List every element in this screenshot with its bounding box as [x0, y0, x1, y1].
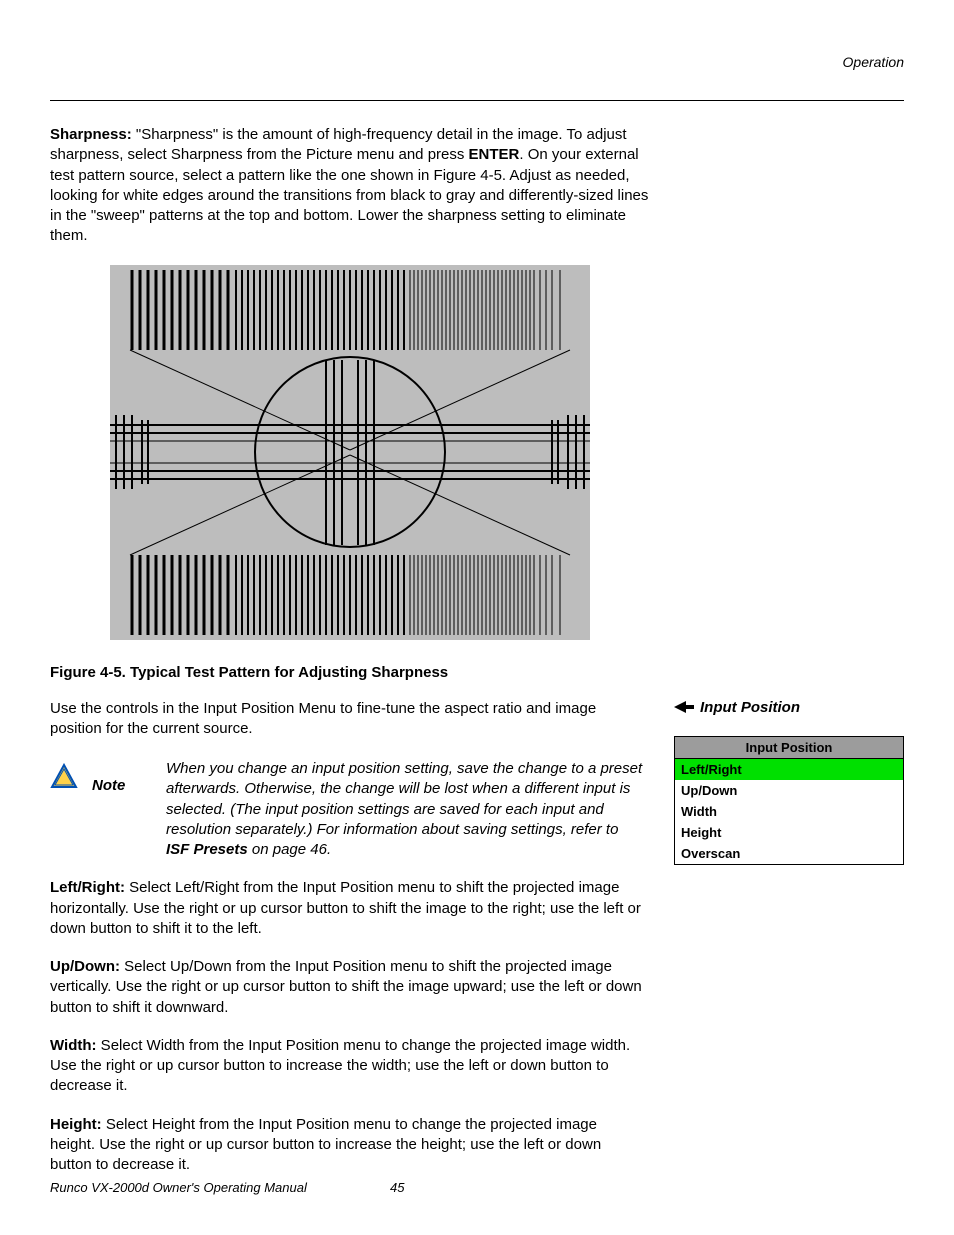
page-footer: Runco VX-2000d Owner's Operating Manual …	[50, 1180, 904, 1195]
updown-label: Up/Down:	[50, 958, 120, 975]
sharpness-label: Sharpness:	[50, 126, 132, 143]
section-marker: Input Position	[674, 699, 904, 716]
enter-key-label: ENTER	[469, 146, 520, 163]
note-text-b: on page 46.	[248, 841, 331, 858]
sharpness-paragraph: Sharpness: "Sharpness" is the amount of …	[50, 125, 650, 247]
footer-title: Runco VX-2000d Owner's Operating Manual	[50, 1180, 390, 1195]
header-rule	[50, 100, 904, 101]
note-icon	[50, 763, 78, 789]
height-paragraph: Height: Select Height from the Input Pos…	[50, 1115, 644, 1176]
updown-paragraph: Up/Down: Select Up/Down from the Input P…	[50, 957, 644, 1018]
figure-caption: Figure 4-5. Typical Test Pattern for Adj…	[50, 664, 904, 681]
figure-4-5	[110, 265, 904, 644]
height-text: Select Height from the Input Position me…	[50, 1116, 601, 1174]
leftright-label: Left/Right:	[50, 879, 125, 896]
arrow-left-icon	[674, 700, 694, 714]
note-block: Note When you change an input position s…	[50, 759, 644, 860]
test-pattern-svg	[110, 265, 590, 640]
note-text: When you change an input position settin…	[166, 759, 644, 860]
menu-item-updown[interactable]: Up/Down	[675, 780, 903, 801]
note-text-a: When you change an input position settin…	[166, 760, 642, 838]
leftright-paragraph: Left/Right: Select Left/Right from the I…	[50, 878, 644, 939]
note-label: Note	[92, 777, 152, 794]
width-label: Width:	[50, 1037, 97, 1054]
width-paragraph: Width: Select Width from the Input Posit…	[50, 1036, 644, 1097]
menu-item-width[interactable]: Width	[675, 801, 903, 822]
menu-header: Input Position	[675, 737, 903, 759]
menu-item-leftright[interactable]: Left/Right	[675, 759, 903, 780]
header-section-label: Operation	[50, 54, 904, 70]
menu-item-overscan[interactable]: Overscan	[675, 843, 903, 864]
input-position-intro: Use the controls in the Input Position M…	[50, 699, 644, 740]
note-ref: ISF Presets	[166, 841, 248, 858]
updown-text: Select Up/Down from the Input Position m…	[50, 958, 642, 1016]
input-position-menu: Input Position Left/Right Up/Down Width …	[674, 736, 904, 865]
footer-page-number: 45	[390, 1180, 404, 1195]
leftright-text: Select Left/Right from the Input Positio…	[50, 879, 641, 937]
width-text: Select Width from the Input Position men…	[50, 1037, 630, 1095]
menu-item-height[interactable]: Height	[675, 822, 903, 843]
section-marker-label: Input Position	[700, 699, 800, 716]
height-label: Height:	[50, 1116, 102, 1133]
